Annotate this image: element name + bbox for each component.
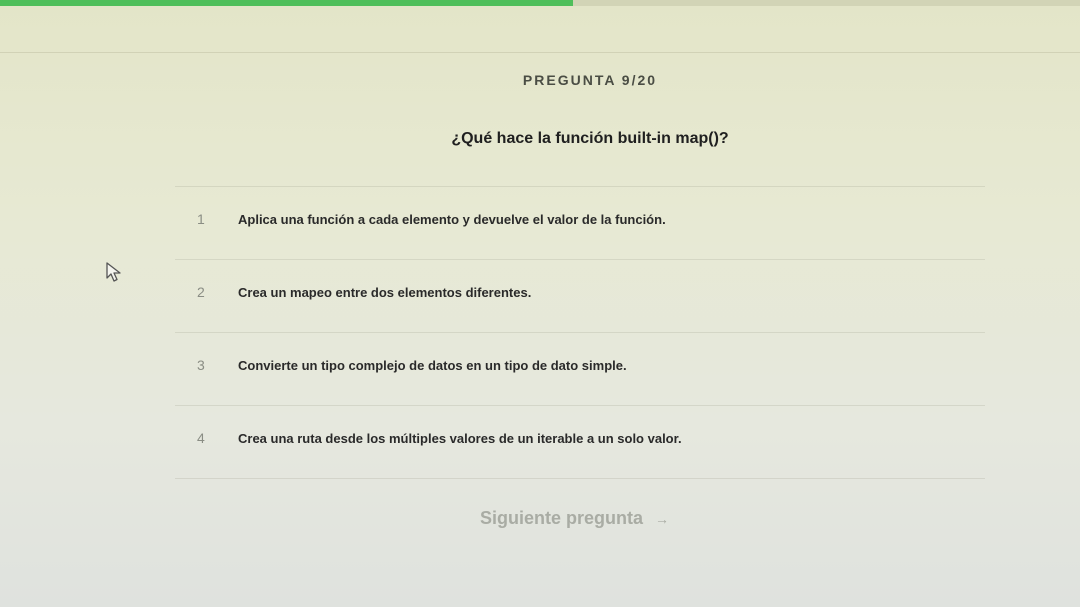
header-divider — [0, 52, 1080, 53]
option-text: Aplica una función a cada elemento y dev… — [238, 212, 666, 227]
next-question-label: Siguiente pregunta — [480, 508, 644, 528]
progress-bar-fill — [0, 0, 574, 6]
option-number: 1 — [197, 211, 205, 227]
option-text: Convierte un tipo complejo de datos en u… — [238, 358, 627, 373]
option-text: Crea un mapeo entre dos elementos difere… — [238, 285, 532, 300]
option-number: 4 — [197, 430, 205, 446]
option-number: 2 — [197, 284, 205, 300]
question-counter: PREGUNTA 9/20 — [522, 72, 658, 88]
question-title: ¿Qué hace la función built-in map()? — [451, 130, 729, 147]
arrow-right-icon: → — [655, 510, 670, 527]
mouse-pointer-icon — [106, 262, 121, 282]
progress-bar — [0, 0, 1080, 6]
next-question-button[interactable]: Siguiente pregunta → — [480, 508, 669, 529]
answer-option-4[interactable]: 4 Crea una ruta desde los múltiples valo… — [175, 405, 985, 479]
option-number: 3 — [197, 357, 205, 373]
answer-option-2[interactable]: 2 Crea un mapeo entre dos elementos dife… — [175, 259, 985, 332]
answer-option-1[interactable]: 1 Aplica una función a cada elemento y d… — [175, 186, 985, 259]
answer-option-3[interactable]: 3 Convierte un tipo complejo de datos en… — [175, 332, 985, 405]
answer-options: 1 Aplica una función a cada elemento y d… — [175, 186, 985, 479]
option-text: Crea una ruta desde los múltiples valore… — [238, 431, 682, 446]
